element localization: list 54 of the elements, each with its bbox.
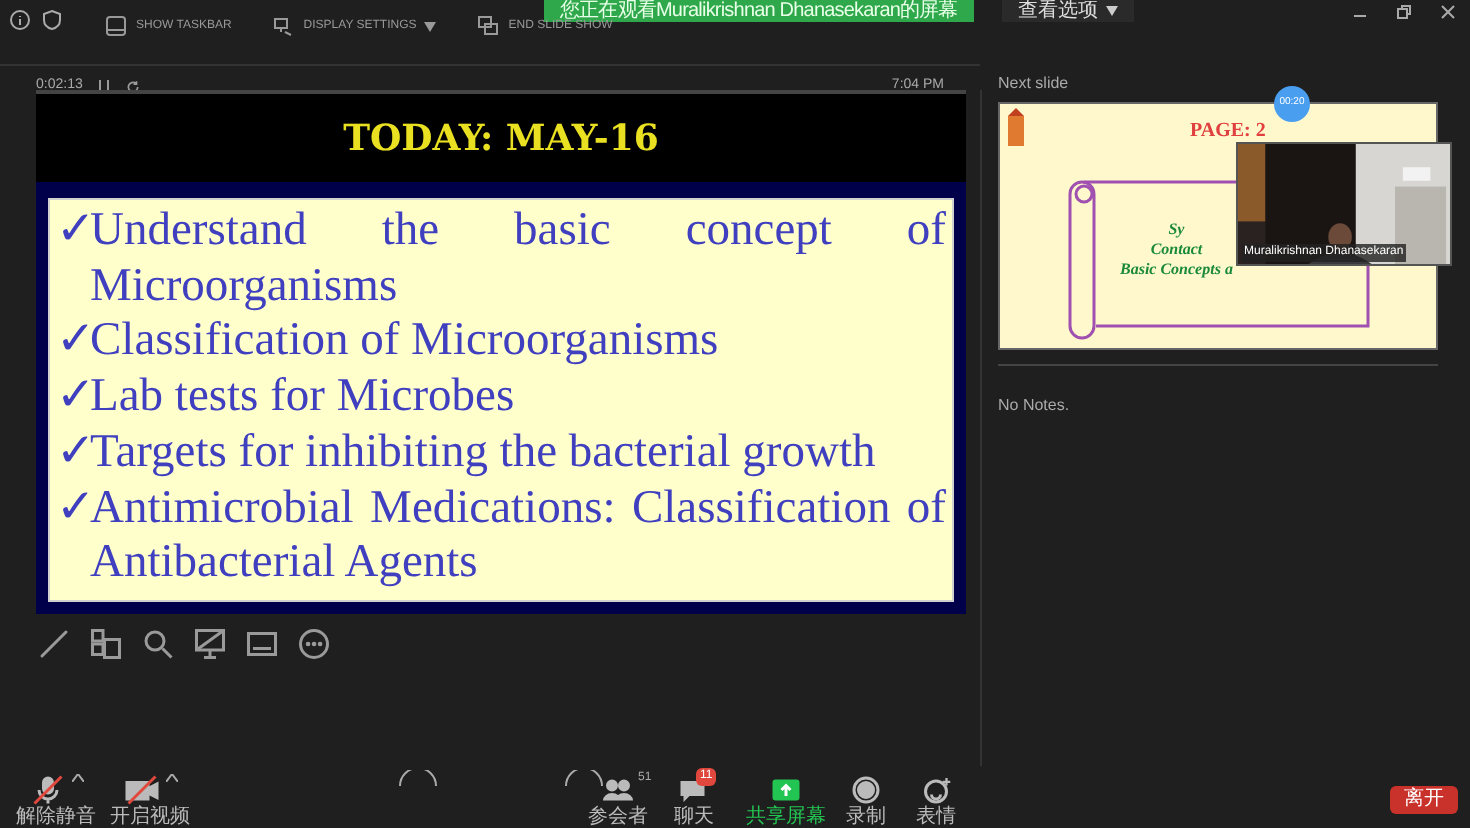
slide-text: Contact: [1150, 240, 1203, 260]
screen-share-banner: 您正在观看Muralikrishnan Dhanasekaran的屏幕: [544, 0, 974, 22]
control-label[interactable]: 表情: [916, 806, 956, 828]
slide-text: Sy: [1168, 220, 1185, 240]
check-mark: ✓: [56, 370, 90, 426]
caret-icon[interactable]: [165, 774, 177, 782]
bullet-text: Lab tests for Microbes: [90, 370, 515, 426]
taskbar-icon: [104, 14, 128, 38]
subtitles-icon[interactable]: [244, 626, 280, 662]
check-mark: ✓: [56, 314, 90, 371]
control-label[interactable]: 聊天: [674, 806, 714, 828]
leave-button[interactable]: 离开: [1390, 786, 1458, 814]
bullet-text: Understand the basic concept of Microorganisms: [90, 204, 946, 315]
control-label[interactable]: 解除静音: [16, 806, 96, 828]
end-show-icon: [476, 14, 501, 38]
check-mark: ✓: [56, 425, 90, 482]
restore-icon[interactable]: [1396, 4, 1412, 20]
camera-icon[interactable]: [123, 774, 159, 806]
pause-icon[interactable]: [98, 80, 111, 93]
slide-title: TODAY: MAY-16: [343, 115, 659, 163]
magnifier-icon[interactable]: [140, 626, 176, 662]
control-label[interactable]: 录制: [846, 806, 886, 828]
bullet-text: Classification of Microorganisms: [90, 314, 719, 371]
display-icon: [271, 14, 296, 38]
arc-icon: [398, 770, 438, 786]
caret-icon: [1105, 6, 1118, 16]
caret-icon[interactable]: [71, 774, 83, 782]
smiley-icon[interactable]: [918, 774, 954, 806]
restart-icon[interactable]: [126, 79, 141, 94]
logo-icon: [1006, 108, 1026, 148]
info-icon[interactable]: [8, 8, 32, 32]
control-label[interactable]: 参会者: [588, 806, 648, 828]
close-icon[interactable]: [1440, 4, 1456, 20]
view-options-button[interactable]: 查看选项: [1001, 0, 1134, 22]
people-icon[interactable]: [600, 774, 636, 806]
more-icon[interactable]: [296, 626, 332, 662]
control-label[interactable]: 共享屏幕: [746, 806, 826, 828]
check-mark: ✓: [56, 481, 90, 538]
microphone-icon[interactable]: [29, 774, 65, 806]
notes-text: No Notes.: [998, 396, 1070, 414]
arc-icon: [564, 770, 604, 786]
check-mark: ✓: [56, 204, 90, 260]
slide-text: Basic Concepts a: [1120, 260, 1233, 280]
bullet-text: Antimicrobial Medications: Classification of Antibacterial Agents: [90, 481, 946, 592]
record-icon[interactable]: [848, 774, 884, 806]
bullet-text: Targets for inhibiting the bacterial growth: [90, 425, 876, 482]
slide-title: PAGE: 2: [1190, 118, 1266, 146]
pen-icon[interactable]: [36, 626, 72, 662]
slides-icon[interactable]: [88, 626, 124, 662]
share-screen-icon[interactable]: [768, 774, 804, 806]
shield-icon[interactable]: [40, 8, 64, 32]
next-slide-label: Next slide: [998, 72, 1071, 96]
control-label[interactable]: 开启视频: [110, 806, 190, 828]
screen-icon[interactable]: [192, 626, 228, 662]
